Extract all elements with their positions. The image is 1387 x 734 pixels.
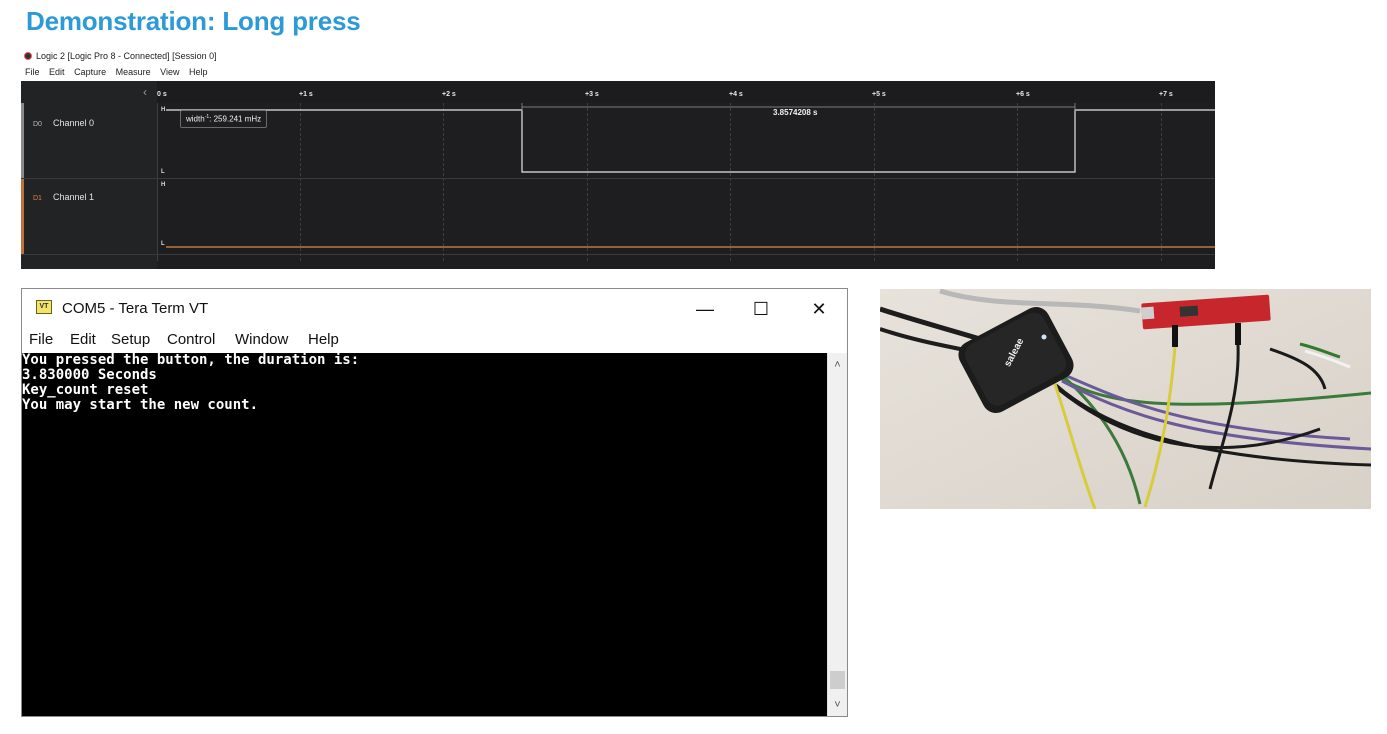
terminal-line: Key_count reset bbox=[22, 382, 149, 398]
menu-window[interactable]: Window bbox=[235, 331, 288, 348]
device-photo: saleae bbox=[880, 289, 1371, 509]
photo-illustration: saleae bbox=[880, 289, 1371, 509]
scrollbar-thumb[interactable] bbox=[830, 671, 845, 689]
tooltip-prefix: width bbox=[186, 114, 205, 124]
terminal-line: 3.830000 Seconds bbox=[22, 367, 157, 383]
logic-title-text: Logic 2 [Logic Pro 8 - Connected] [Sessi… bbox=[36, 51, 217, 61]
menu-control[interactable]: Control bbox=[167, 331, 215, 348]
tooltip-value: : 259.241 mHz bbox=[209, 114, 262, 124]
teraterm-menubar: File Edit Setup Control Window Help bbox=[22, 329, 847, 353]
logic-waveform-panel: ‹ 0 s +1 s +2 s +3 s +4 s +5 s +6 s +7 s… bbox=[21, 81, 1215, 269]
logic-app-icon bbox=[24, 52, 32, 60]
frequency-tooltip: width-1: 259.241 mHz bbox=[180, 110, 268, 128]
terminal-line: You may start the new count. bbox=[22, 397, 259, 413]
teraterm-window: VT COM5 - Tera Term VT — ☐ ✕ File Edit S… bbox=[21, 288, 848, 717]
pulse-duration-label: 3.8574208 s bbox=[773, 108, 818, 117]
teraterm-titlebar[interactable]: VT COM5 - Tera Term VT — ☐ ✕ bbox=[22, 289, 847, 329]
logic-menu-capture[interactable]: Capture bbox=[74, 67, 106, 77]
teraterm-title: COM5 - Tera Term VT bbox=[62, 300, 209, 317]
logic-menu-measure[interactable]: Measure bbox=[116, 67, 151, 77]
slide-title: Demonstration: Long press bbox=[26, 6, 361, 36]
logic-menubar: File Edit Capture Measure View Help bbox=[25, 67, 215, 77]
teraterm-app-icon: VT bbox=[36, 300, 52, 314]
logic-window-title: Logic 2 [Logic Pro 8 - Connected] [Sessi… bbox=[24, 51, 217, 61]
terminal-line: You pressed the button, the duration is: bbox=[22, 353, 360, 368]
maximize-button[interactable]: ☐ bbox=[736, 293, 786, 325]
close-button[interactable]: ✕ bbox=[794, 293, 844, 325]
scroll-up-arrow-icon[interactable]: ˄ bbox=[828, 356, 847, 374]
logic-menu-help[interactable]: Help bbox=[189, 67, 208, 77]
menu-file[interactable]: File bbox=[29, 331, 53, 348]
menu-help[interactable]: Help bbox=[308, 331, 339, 348]
minimize-button[interactable]: — bbox=[680, 293, 730, 325]
terminal-scrollbar[interactable]: ˄ ˅ bbox=[827, 353, 847, 716]
logic-menu-view[interactable]: View bbox=[160, 67, 179, 77]
logic-menu-edit[interactable]: Edit bbox=[49, 67, 65, 77]
menu-edit[interactable]: Edit bbox=[70, 331, 96, 348]
logic-menu-file[interactable]: File bbox=[25, 67, 40, 77]
menu-setup[interactable]: Setup bbox=[111, 331, 150, 348]
scroll-down-arrow-icon[interactable]: ˅ bbox=[828, 696, 847, 714]
channel-0-waveform bbox=[166, 109, 1215, 173]
terminal-output[interactable]: You pressed the button, the duration is:… bbox=[22, 353, 827, 716]
